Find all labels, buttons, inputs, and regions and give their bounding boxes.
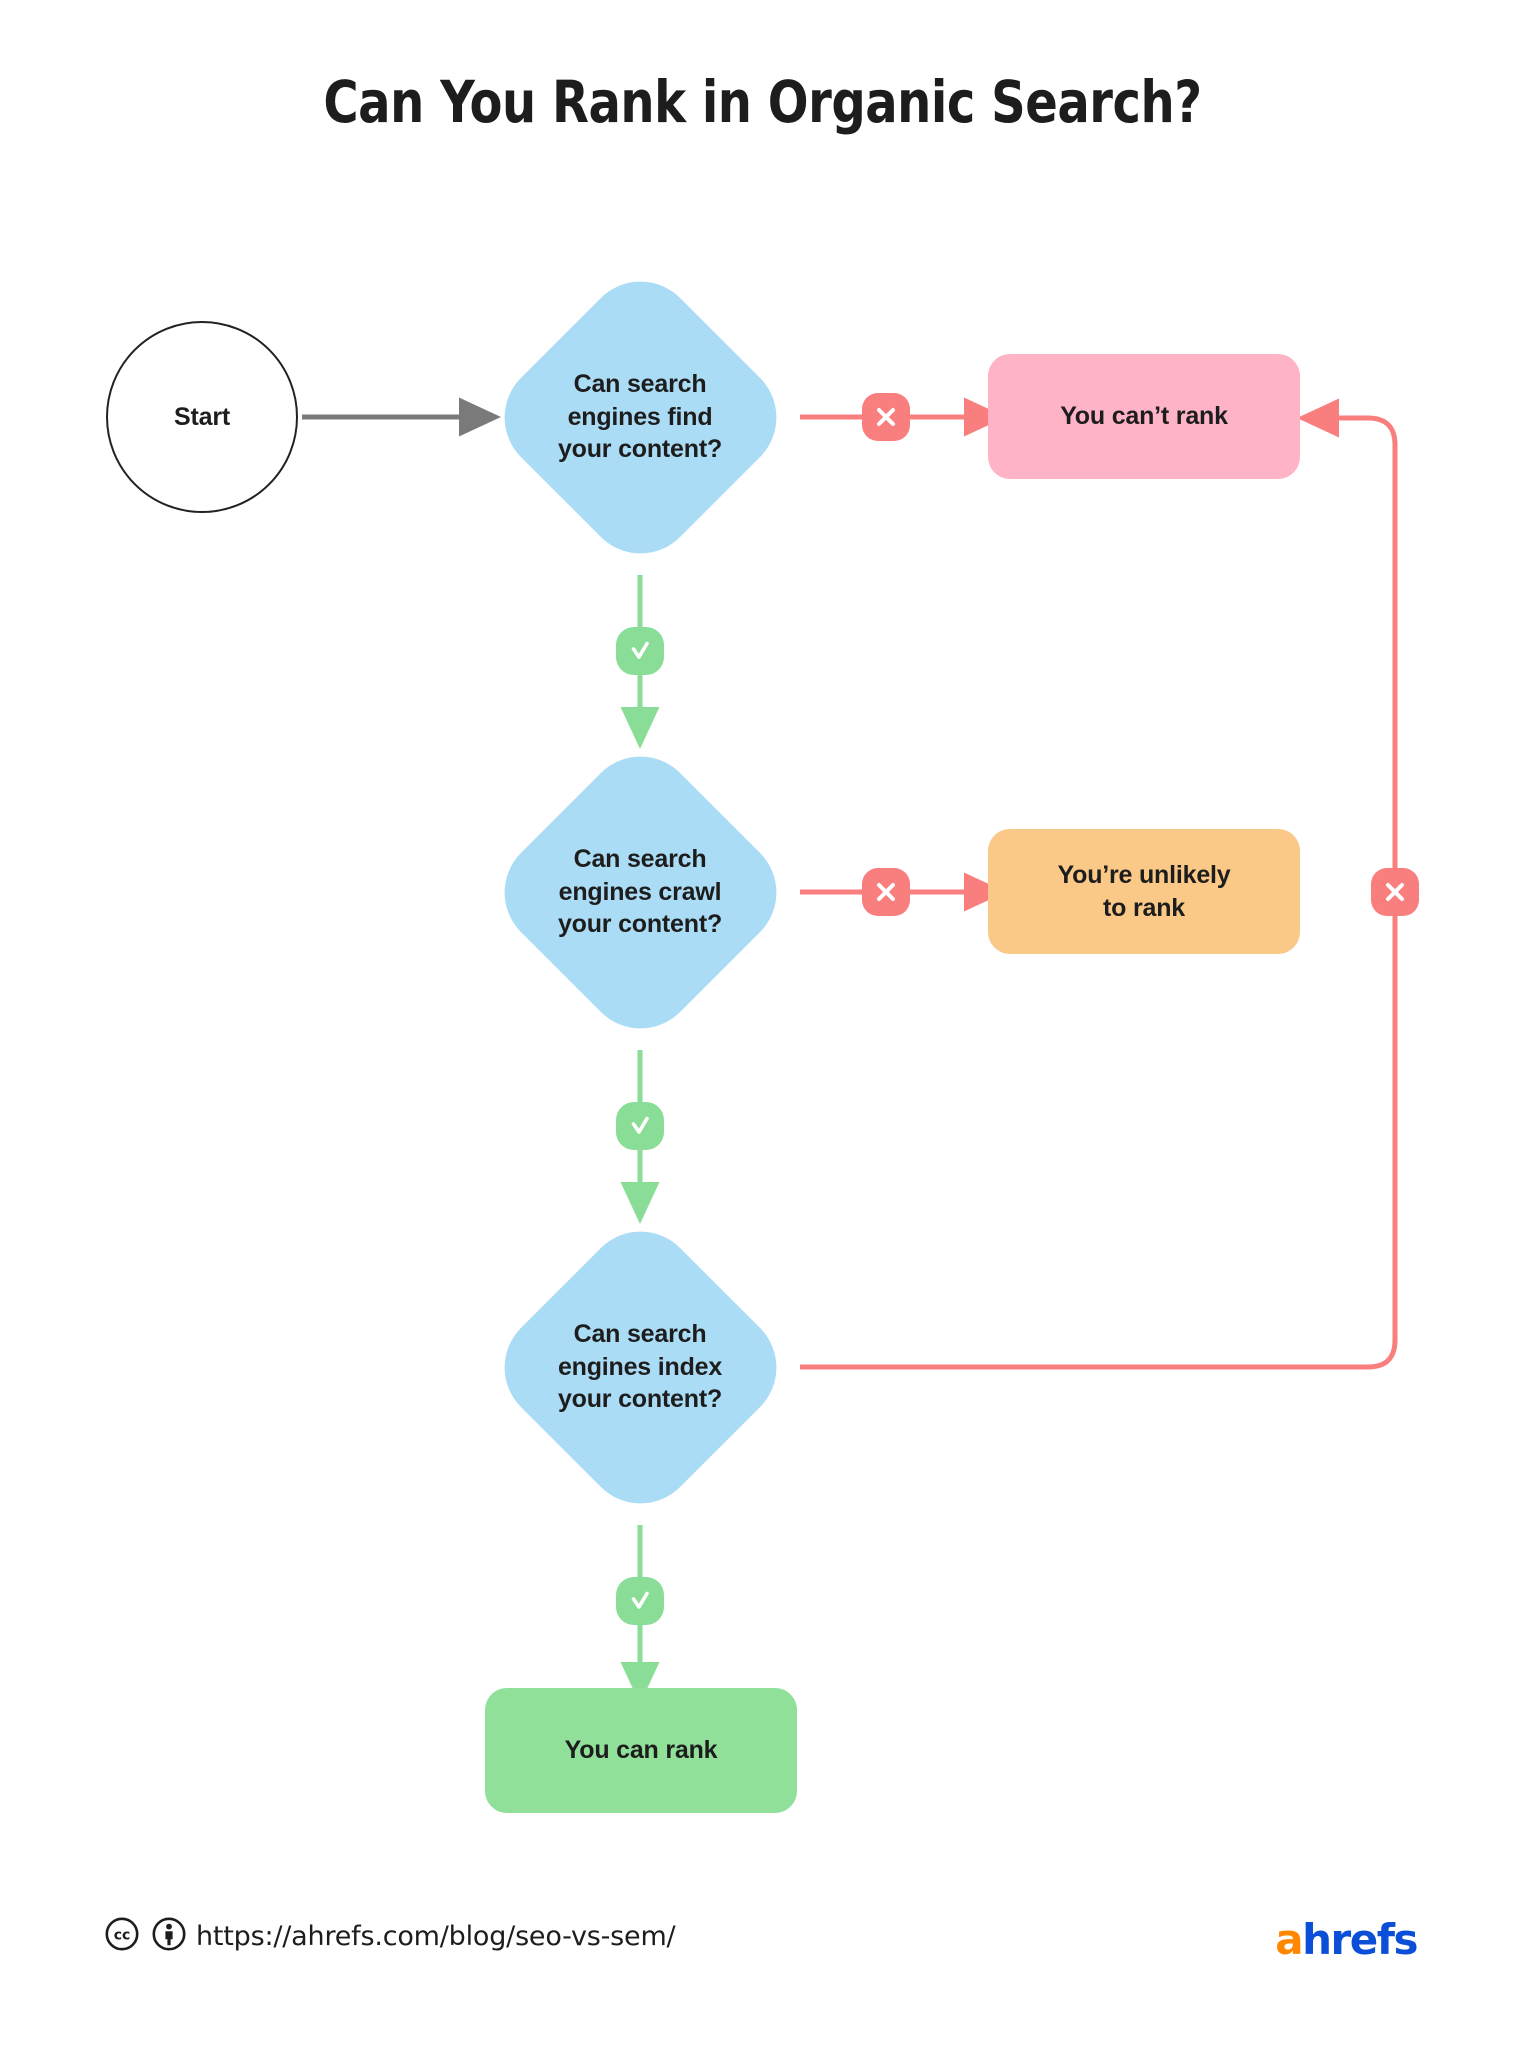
check-icon-index-yes xyxy=(616,1577,664,1625)
x-icon-index-no xyxy=(1371,868,1419,916)
ahrefs-logo[interactable]: ahrefs xyxy=(1275,1915,1418,1964)
node-decision-index[interactable]: Can search engines index your content? xyxy=(480,1207,800,1527)
node-start[interactable]: Start xyxy=(106,321,298,513)
node-outcome-can-rank[interactable]: You can rank xyxy=(485,1688,797,1813)
node-outcome-unlikely[interactable]: You’re unlikely to rank xyxy=(988,829,1300,954)
node-start-label: Start xyxy=(174,402,230,431)
node-decision-find[interactable]: Can search engines find your content? xyxy=(480,257,800,577)
node-outcome-unlikely-label: You’re unlikely to rank xyxy=(1057,861,1231,922)
node-outcome-cannot-rank[interactable]: You can’t rank xyxy=(988,354,1300,479)
ahrefs-logo-a: a xyxy=(1275,1915,1303,1964)
node-decision-index-label: Can search engines index your content? xyxy=(557,1320,723,1414)
node-decision-crawl[interactable]: Can search engines crawl your content? xyxy=(480,732,800,1052)
license-icons: cc xyxy=(105,1917,186,1951)
check-icon-crawl-yes xyxy=(616,1102,664,1150)
node-outcome-can-rank-label: You can rank xyxy=(564,1736,718,1765)
x-icon-crawl-no xyxy=(862,868,910,916)
x-icon-find-no xyxy=(862,393,910,441)
node-decision-crawl-label: Can search engines crawl your content? xyxy=(557,845,723,939)
ahrefs-logo-hrefs: hrefs xyxy=(1302,1915,1418,1964)
node-decision-find-label: Can search engines find your content? xyxy=(557,370,723,464)
cc-by-attribution-icon xyxy=(152,1917,186,1951)
svg-text:cc: cc xyxy=(114,1928,131,1944)
node-outcome-cannot-rank-label: You can’t rank xyxy=(1060,402,1228,431)
creative-commons-icon: cc xyxy=(105,1917,139,1951)
source-url[interactable]: https://ahrefs.com/blog/seo-vs-sem/ xyxy=(196,1921,676,1952)
check-icon-find-yes xyxy=(616,627,664,675)
infographic-canvas: Can You Rank in Organic Search? cannot r… xyxy=(0,0,1525,2048)
